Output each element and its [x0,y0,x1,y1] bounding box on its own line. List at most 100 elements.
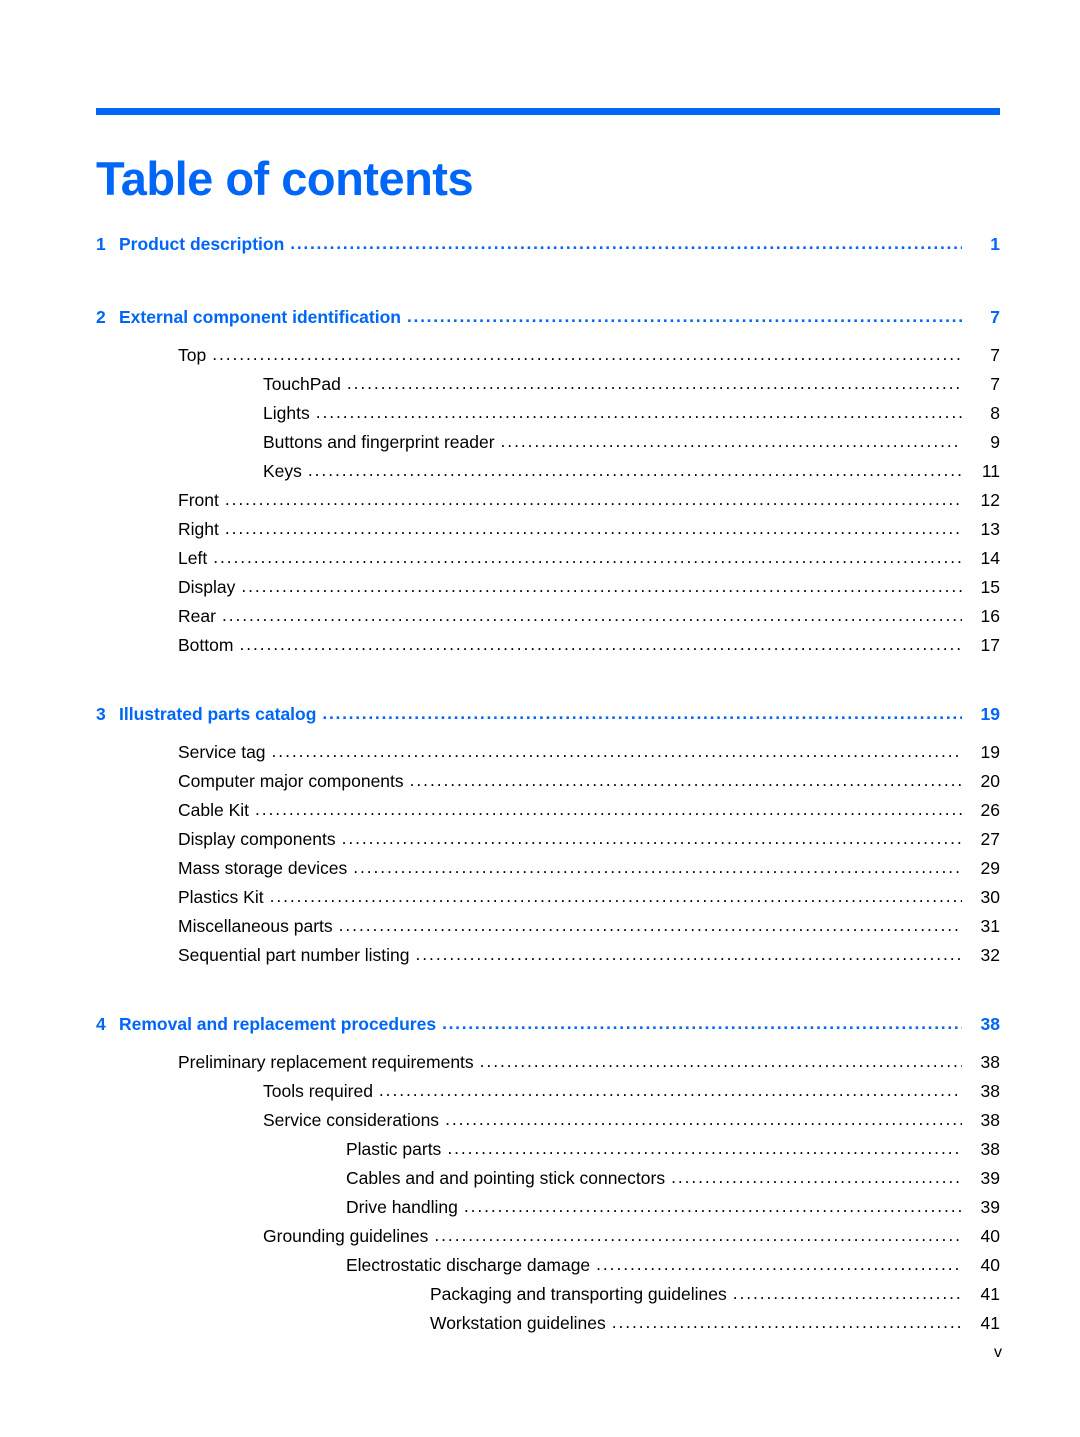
toc-entry-label: Service tag [178,744,266,762]
toc-entry-body: Mass storage devices [96,860,962,878]
toc-chapter-row[interactable]: 4 Removal and replacement procedures 38 [96,1014,1000,1049]
toc-dot-leader [347,376,962,393]
toc-entry-label: Cable Kit [178,802,250,820]
toc-entry-label: Computer major components [178,773,404,791]
toc-entry-page-number: 29 [980,858,1000,878]
toc-entry-row[interactable]: Preliminary replacement requirements 38 [96,1053,1000,1083]
toc-entry-label: Front [178,492,219,510]
toc-entry-page-number: 41 [980,1313,1000,1333]
toc-entry-row[interactable]: Packaging and transporting guidelines 41 [96,1284,1000,1315]
toc-entry-row[interactable]: Plastic parts 38 [96,1140,1000,1170]
toc-entry-row[interactable]: Mass storage devices 29 [96,858,1000,889]
toc-dot-leader [322,706,962,723]
toc-entry-label: Plastics Kit [178,889,264,907]
toc-entry-page-number: 11 [981,461,1000,481]
toc-entry-label: Grounding guidelines [263,1228,429,1246]
toc-dot-leader [501,434,962,451]
toc-entry-page-number: 39 [980,1197,1000,1217]
toc-entry-row[interactable]: Workstation guidelines 41 [96,1313,1000,1344]
toc-chapter-row[interactable]: 3 Illustrated parts catalog 19 [96,704,1000,739]
toc-chapter-number: 3 [96,704,106,724]
toc-entry-page-number: 32 [980,945,1000,965]
toc-entry-row[interactable]: Sequential part number listing 32 [96,945,1000,976]
toc-entry-body: Illustrated parts catalog [119,706,962,724]
toc-entry-label: Product description [119,236,285,254]
toc-entry-body: Miscellaneous parts [96,918,962,936]
toc-dot-leader [339,918,962,935]
toc-entry-label: Tools required [263,1083,373,1101]
toc-dot-leader [612,1315,962,1332]
toc-entry-page-number: 40 [980,1226,1000,1246]
toc-entry-row[interactable]: Cable Kit 26 [96,801,1000,831]
toc-entry-body: Cables and and pointing stick connectors [96,1170,962,1188]
toc-entry-label: Display components [178,831,336,849]
toc-dot-leader [434,1228,962,1245]
toc-dot-leader [225,492,962,509]
toc-entry-row[interactable]: Service considerations 38 [96,1111,1000,1141]
toc-entry-row[interactable]: Top 7 [96,345,1000,376]
toc-entry-body: Rear [96,608,962,626]
toc-dot-leader [225,521,962,538]
toc-entry-body: Lights [96,405,962,423]
toc-dot-leader [410,773,962,790]
toc-entry-row[interactable]: Keys 11 [96,461,1000,492]
toc-entry-page-number: 7 [990,345,1000,365]
toc-entry-row[interactable]: Bottom 17 [96,635,1000,666]
toc-entry-label: Left [178,550,208,568]
toc-dot-leader [733,1286,962,1303]
toc-entry-row[interactable]: Display components 27 [96,830,1000,860]
toc-entry-body: Front [96,492,962,510]
toc-entry-row[interactable]: Left 14 [96,549,1000,579]
toc-dot-leader [316,405,962,422]
toc-entry-body: Sequential part number listing [96,947,962,965]
toc-entry-page-number: 38 [980,1014,1000,1034]
toc-dot-leader [222,608,962,625]
toc-entry-body: Buttons and fingerprint reader [96,434,962,452]
toc-chapter-row[interactable]: 1 Product description 1 [96,235,1000,269]
toc-entry-label: Illustrated parts catalog [119,706,317,724]
toc-entry-row[interactable]: Electrostatic discharge damage 40 [96,1256,1000,1286]
toc-entry-label: Electrostatic discharge damage [346,1257,591,1275]
toc-entry-label: Rear [178,608,216,626]
toc-entry-row[interactable]: Right 13 [96,520,1000,550]
toc-entry-row[interactable]: Tools required 38 [96,1082,1000,1112]
toc-dot-leader [480,1054,962,1071]
toc-entry-row[interactable]: Lights 8 [96,403,1000,434]
table-of-contents-list: 1Product description1 2 External component… [96,235,1000,1344]
toc-entry-row[interactable]: Cables and and pointing stick connectors… [96,1168,1000,1199]
toc-entry-body: Keys [96,463,962,481]
footer-page-number: v [994,1344,1002,1361]
toc-entry-label: Miscellaneous parts [178,918,333,936]
toc-entry-page-number: 9 [990,432,1000,452]
toc-entry-page-number: 41 [980,1284,1000,1304]
toc-entry-row[interactable]: Grounding guidelines 40 [96,1226,1000,1257]
toc-chapter-row[interactable]: 2 External component identification 7 [96,307,1000,342]
toc-entry-row[interactable]: Drive handling 39 [96,1197,1000,1228]
toc-entry-row[interactable]: Plastics Kit 30 [96,888,1000,918]
toc-entry-row[interactable]: Front 12 [96,491,1000,521]
toc-dot-leader [290,236,962,253]
toc-entry-label: Top [178,347,207,365]
toc-chapter-number: 2 [96,307,106,327]
toc-chapter-number: 4 [96,1014,106,1034]
toc-entry-page-number: 39 [980,1168,1000,1188]
toc-entry-row[interactable]: Display 15 [96,578,1000,608]
toc-entry-label: Mass storage devices [178,860,348,878]
toc-entry-row[interactable]: Miscellaneous parts 31 [96,917,1000,947]
toc-entry-page-number: 19 [980,742,1000,762]
toc-dot-leader [353,860,962,877]
toc-entry-row[interactable]: Service tag 19 [96,742,1000,773]
toc-entry-row[interactable]: Computer major components 20 [96,772,1000,802]
toc-entry-label: External component identification [119,309,401,327]
toc-entry-page-number: 17 [980,635,1000,655]
toc-entry-label: Drive handling [346,1199,458,1217]
toc-entry-label: Bottom [178,637,234,655]
toc-entry-body: Grounding guidelines [96,1228,962,1246]
toc-entry-label: TouchPad [263,376,341,394]
toc-entry-row[interactable]: Buttons and fingerprint reader 9 [96,432,1000,463]
toc-entry-row[interactable]: Rear 16 [96,607,1000,637]
toc-entry-row[interactable]: TouchPad 7 [96,375,1000,405]
toc-entry-body: Display [96,579,962,597]
toc-entry-page-number: 8 [990,403,1000,423]
toc-dot-leader [671,1170,962,1187]
